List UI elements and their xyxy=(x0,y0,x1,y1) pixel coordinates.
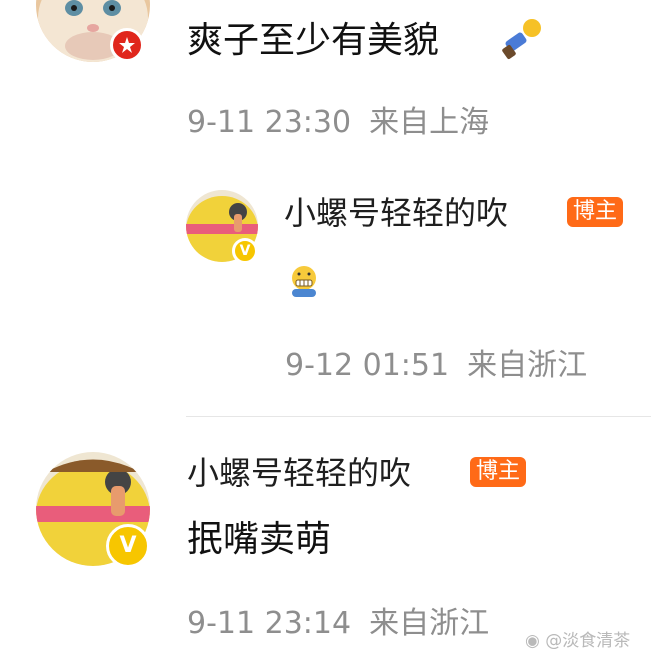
hammer-icon xyxy=(500,16,544,60)
comment-location: 来自浙江 xyxy=(369,606,490,641)
comment-time: 9-11 23:30 xyxy=(187,105,352,140)
verified-badge-icon: V xyxy=(106,524,150,568)
username[interactable]: 小螺号轻轻的吹 xyxy=(187,453,411,493)
comment-text: 抿嘴卖萌 xyxy=(187,519,332,560)
comment-meta: 9-11 23:14 来自浙江 xyxy=(187,605,489,643)
grimace-hug-emoji xyxy=(286,262,322,298)
comment-meta: 9-12 01:51 来自浙江 xyxy=(285,347,587,385)
host-badge: 博主 xyxy=(567,197,624,227)
username[interactable]: 小螺号轻轻的吹 xyxy=(284,193,508,233)
comment-time: 9-11 23:14 xyxy=(187,606,352,641)
comment-text: 爽子至少有美貌 xyxy=(187,20,440,61)
watermark: ◉ @淡食清茶 xyxy=(525,631,631,651)
divider xyxy=(186,416,651,417)
comment-location: 来自浙江 xyxy=(467,348,588,383)
comment-meta: 9-11 23:30 来自上海 xyxy=(187,104,489,142)
comment-location: 来自上海 xyxy=(369,105,490,140)
verified-badge-icon: V xyxy=(232,238,258,264)
comment-time: 9-12 01:51 xyxy=(285,348,450,383)
weibo-icon: ◉ xyxy=(525,631,540,651)
verified-badge-icon xyxy=(110,28,144,62)
host-badge: 博主 xyxy=(470,457,527,487)
